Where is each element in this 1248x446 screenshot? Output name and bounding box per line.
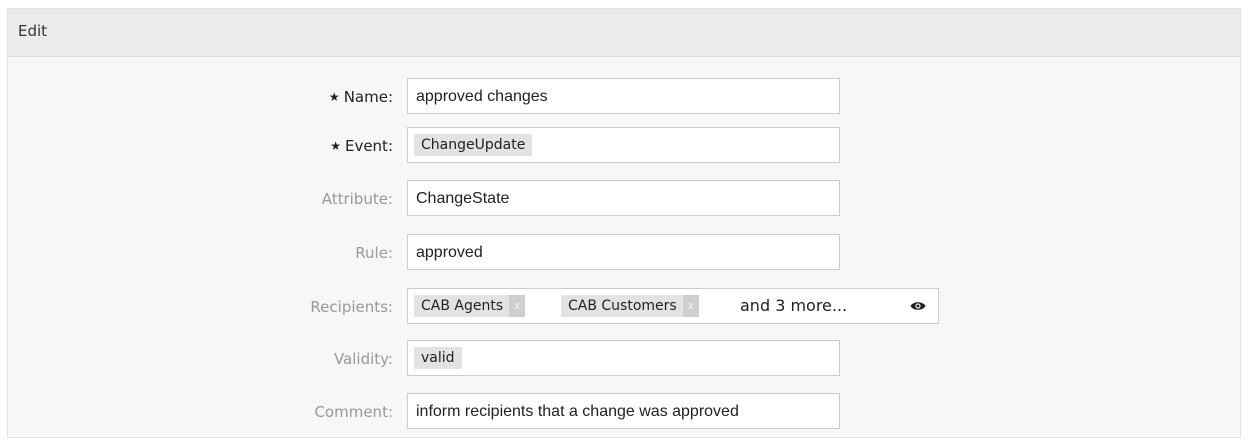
name-input-value: approved changes [416,88,548,105]
comment-input[interactable]: inform recipients that a change was appr… [407,393,840,429]
recipients-select[interactable]: CAB Agents x CAB Customers x and 3 more... [407,288,939,324]
validity-selected-tag: valid [414,347,462,369]
required-star-icon: ★ [328,90,340,104]
recipient-tag-cab-agents: CAB Agents x [414,295,526,317]
panel-header: Edit [8,9,1240,57]
more-recipients-text[interactable]: and 3 more... [740,296,847,315]
name-input[interactable]: approved changes [407,78,840,114]
comment-label: Comment: [314,403,393,421]
event-label: ★ Event: [330,137,393,155]
validity-row: Validity: valid [8,340,1242,380]
required-star-icon: ★ [330,139,341,153]
rule-row: Rule: approved [8,234,1242,274]
recipients-label: Recipients: [310,298,393,316]
name-label: ★ Name: [328,88,393,106]
attribute-input-value: ChangeState [416,190,510,207]
attribute-label: Attribute: [321,190,393,208]
recipient-tag-cab-customers: CAB Customers x [561,295,699,317]
panel-title: Edit [18,22,48,40]
event-selected-tag: ChangeUpdate [414,134,533,156]
name-row: ★ Name: approved changes [8,78,1242,118]
recipients-row: Recipients: CAB Agents x CAB Customers x a… [8,288,1242,328]
validity-select[interactable]: valid [407,340,840,376]
event-select[interactable]: ChangeUpdate [407,127,840,163]
attribute-input[interactable]: ChangeState [407,180,840,216]
event-row: ★ Event: ChangeUpdate [8,127,1242,167]
validity-label: Validity: [333,350,393,368]
eye-icon[interactable] [910,300,926,312]
rule-label: Rule: [355,244,393,262]
remove-recipient-icon[interactable]: x [509,295,526,317]
edit-panel: Edit ★ Name: approved changes ★ Event: Cha… [7,8,1241,438]
attribute-row: Attribute: ChangeState [8,180,1242,220]
comment-row: Comment: inform recipients that a change… [8,393,1242,433]
rule-input-value: approved [416,244,483,261]
remove-recipient-icon[interactable]: x [682,295,699,317]
rule-input[interactable]: approved [407,234,840,270]
comment-input-value: inform recipients that a change was appr… [416,403,739,420]
